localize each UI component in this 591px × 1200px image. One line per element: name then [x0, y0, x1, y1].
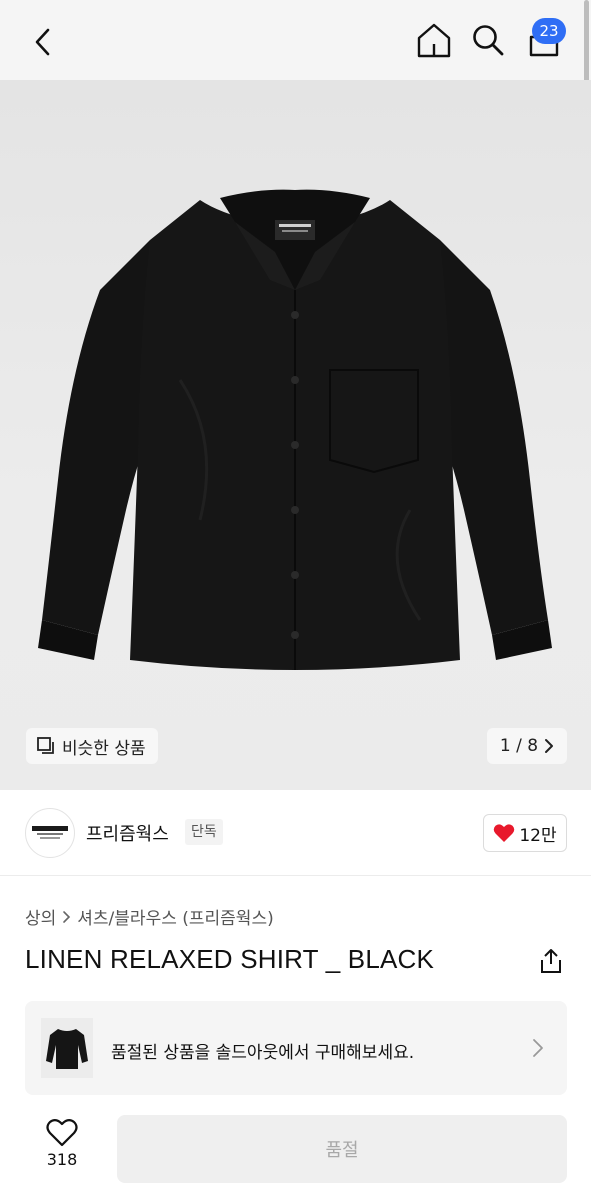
- search-button[interactable]: [468, 20, 508, 60]
- wishlist-button[interactable]: 318: [26, 1118, 98, 1190]
- exclusive-badge: 단독: [185, 819, 223, 845]
- soldout-buy-button[interactable]: 품절: [117, 1115, 567, 1183]
- chevron-left-icon: [35, 28, 50, 56]
- shirt-thumbnail-image: [46, 1029, 88, 1069]
- chevron-right-icon: [63, 910, 71, 923]
- brand-like-button[interactable]: 12만: [483, 814, 567, 852]
- search-icon: [473, 25, 504, 56]
- brand-name[interactable]: 프리즘웍스: [86, 820, 169, 846]
- brand-logo[interactable]: [25, 808, 75, 858]
- wishlist-count: 318: [46, 1150, 78, 1169]
- bottom-action-bar: 318 품절: [0, 1110, 591, 1200]
- heart-outline-icon: [46, 1119, 78, 1147]
- brand-logo-emblem: [32, 826, 68, 839]
- brand-section: 프리즘웍스 단독 12만: [0, 790, 591, 876]
- back-button[interactable]: [24, 22, 64, 62]
- image-pager-button[interactable]: 1 / 8: [487, 728, 567, 764]
- page-indicator: 1 / 8: [499, 736, 539, 756]
- top-navigation-bar: 23: [0, 0, 591, 80]
- chevron-right-icon: [545, 739, 554, 753]
- similar-products-label: 비슷한 상품: [62, 738, 146, 759]
- soldout-message: 품절된 상품을 솔드아웃에서 구매해보세요.: [111, 1043, 415, 1063]
- cart-count-badge: 23: [532, 18, 566, 44]
- similar-products-button[interactable]: 비슷한 상품: [26, 728, 158, 764]
- product-image-shirt: [38, 189, 552, 670]
- brand-like-count: 12만: [519, 825, 557, 846]
- soldout-link-card[interactable]: 품절된 상품을 솔드아웃에서 구매해보세요.: [25, 1001, 567, 1095]
- chevron-right-icon: [533, 1039, 543, 1057]
- breadcrumb-subcategory[interactable]: 셔츠/블라우스 (프리즘웍스): [77, 904, 273, 929]
- copy-icon: [37, 737, 54, 754]
- breadcrumb-category[interactable]: 상의: [25, 904, 56, 929]
- product-title: LINEN RELAXED SHIRT _ BLACK: [25, 944, 435, 974]
- share-button[interactable]: [536, 946, 566, 976]
- soldout-thumbnail: [41, 1018, 93, 1078]
- home-icon: [417, 23, 451, 58]
- heart-filled-icon: [494, 824, 515, 842]
- share-icon: [541, 949, 561, 973]
- breadcrumb: 상의 셔츠/블라우스 (프리즘웍스): [25, 904, 274, 929]
- home-button[interactable]: [414, 20, 454, 60]
- product-image-gallery[interactable]: 비슷한 상품 1 / 8: [0, 80, 591, 790]
